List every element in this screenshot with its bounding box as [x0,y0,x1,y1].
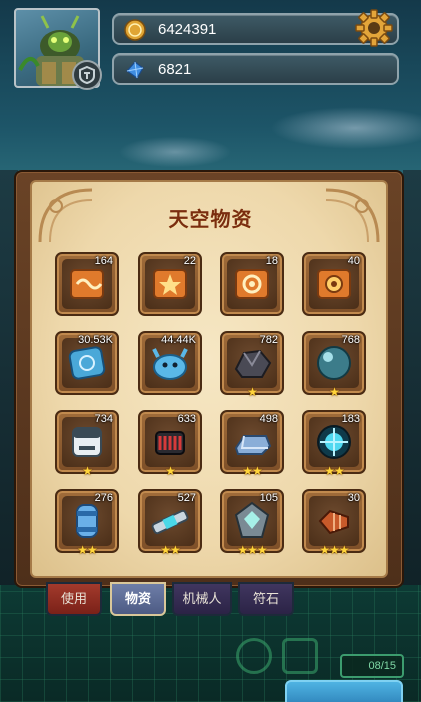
star-rating: ★ [304,386,364,398]
capacity-value: 08/15 [368,660,396,672]
inventory-slot[interactable]: 782 ★ [220,331,284,398]
tab-runes[interactable]: 符石 [238,582,294,616]
inventory-slot[interactable]: 40 [302,252,366,316]
dark-ore-chunk-icon [234,349,272,378]
item-count: 768 [341,334,360,346]
item-count: 527 [177,492,196,504]
bottom-action-button[interactable] [285,680,403,702]
star-rating: ★★★ [222,544,282,556]
star-icon: ★ [338,543,350,557]
star-icon: ★ [170,543,181,557]
item-count: 734 [94,413,113,425]
item-count: 44.44K [161,334,196,346]
star-icon: ★ [329,543,340,557]
star-icon: ★ [160,543,171,557]
star-icon: ★ [242,464,253,478]
tab-use[interactable]: 使用 [46,582,102,616]
blue-rune-tablet-icon [68,346,106,380]
item-count: 30.53K [78,334,113,346]
star-icon: ★ [87,543,98,557]
coin-icon [124,19,146,41]
star-rating: ★★ [304,465,364,477]
crystal-gem-cage-icon [234,501,270,538]
star-icon: ★ [247,543,258,557]
tab-robots[interactable]: 机械人 [172,582,232,616]
item-count: 782 [259,334,278,346]
orange-scroll-wave-icon [70,269,104,299]
inventory-slot[interactable]: 164 [55,252,119,316]
orange-scroll-star-icon [153,269,187,299]
inventory-slot[interactable]: 30 ★★★ [302,489,366,556]
battery-module-icon [72,427,102,457]
star-rating: ★★★ [304,544,364,556]
inventory-slot[interactable]: 768 ★ [302,331,366,398]
capacity-counter: 08/15 [340,654,404,678]
inventory-slot[interactable]: 18 [220,252,284,316]
blue-crystal-icon [126,61,144,79]
star-icon: ★ [319,543,330,557]
wrench-shield-icon [79,65,95,85]
star-icon: ★ [324,464,335,478]
star-rating: ★★ [222,465,282,477]
star-icon: ★ [252,464,263,478]
item-count: 498 [259,413,278,425]
item-count: 22 [183,255,196,267]
inventory-slot[interactable]: 30.53K [55,331,119,395]
blue-slime-creature-icon [152,348,188,380]
star-rating: ★ [57,465,117,477]
item-count: 30 [347,492,360,504]
plasma-syringe-icon [151,509,189,535]
star-icon: ★ [82,464,93,478]
drill-head-icon [318,509,349,535]
inventory-slot[interactable]: 183 ★★ [302,410,366,477]
item-count: 164 [94,255,113,267]
panel-title: 天空物资 [168,207,253,231]
star-icon: ★ [256,543,268,557]
settings-button[interactable] [354,8,394,48]
inventory-slot[interactable]: 276 ★★ [55,489,119,556]
gem-bar: 6821 [112,53,399,85]
floor-ring-deco [236,638,272,674]
star-icon: ★ [165,464,176,478]
gem-amount: 6821 [158,61,192,78]
star-rating: ★★ [57,544,117,556]
star-icon: ★ [247,385,258,399]
energy-core-orb-icon [317,425,351,459]
item-count: 105 [259,492,278,504]
floor-badge-deco [282,638,318,674]
red-coil-spool-icon [155,431,185,455]
item-count: 40 [347,255,360,267]
star-rating: ★ [140,465,200,477]
orange-scroll-spiral-icon [235,269,269,299]
inventory-slot[interactable]: 44.44K [138,331,202,395]
blue-canister-icon [76,504,98,538]
metal-ingot-icon [234,435,272,455]
teal-metal-orb-icon [317,346,351,380]
inventory-slot[interactable]: 105 ★★★ [220,489,284,556]
item-count: 18 [265,255,278,267]
orange-scroll-gear-icon [317,269,351,299]
gold-amount: 6424391 [158,21,217,38]
star-rating: ★★ [140,544,200,556]
gear-icon [355,9,393,47]
item-count: 183 [341,413,360,425]
right-wall [403,170,421,610]
star-icon: ★ [329,385,340,399]
inventory-slot[interactable]: 527 ★★ [138,489,202,556]
tab-items[interactable]: 物资 [110,582,166,616]
robot-class-badge[interactable] [72,60,102,90]
inventory-slot[interactable]: 22 [138,252,202,316]
star-icon: ★ [77,543,88,557]
star-rating: ★ [222,386,282,398]
inventory-slot[interactable]: 498 ★★ [220,410,284,477]
item-count: 276 [94,492,113,504]
inventory-slot[interactable]: 734 ★ [55,410,119,477]
star-icon: ★ [334,464,345,478]
star-icon: ★ [237,543,248,557]
inventory-slot[interactable]: 633 ★ [138,410,202,477]
item-count: 633 [177,413,196,425]
